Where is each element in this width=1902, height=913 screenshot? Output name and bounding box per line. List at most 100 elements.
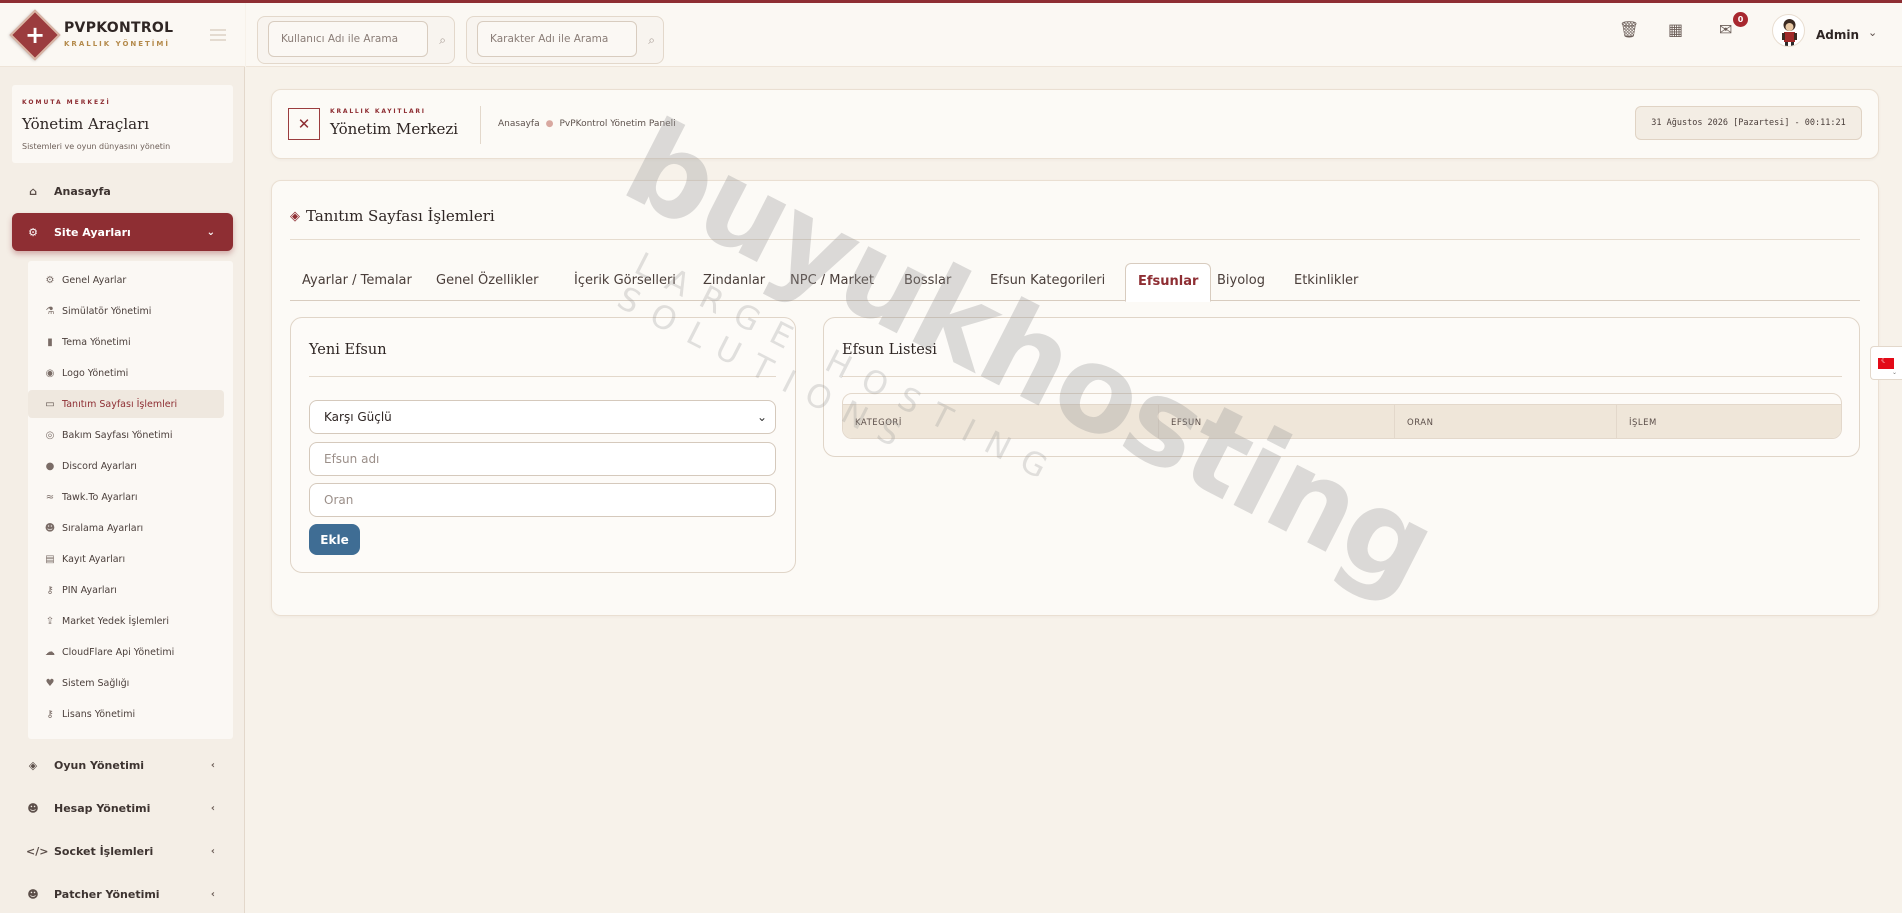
- sidebar-item-cloudflare[interactable]: ☁ CloudFlare Api Yönetimi: [28, 638, 224, 666]
- character-search-input[interactable]: [477, 21, 637, 57]
- key-icon: ⚷: [46, 708, 54, 720]
- divider: [290, 239, 1860, 240]
- sidebar-item-general-settings[interactable]: ⚙ Genel Ayarlar: [28, 266, 224, 294]
- username[interactable]: Admin: [1816, 28, 1859, 42]
- chevron-down-icon: ⌄: [206, 226, 215, 238]
- bonus-table: KATEGORİ EFSUN ORAN İŞLEM: [842, 393, 1842, 439]
- divider: [309, 376, 776, 377]
- brand[interactable]: + PVPKONTROL KRALLIK YÖNETİMİ: [0, 3, 245, 67]
- tab-npc-market[interactable]: NPC / Market: [778, 263, 886, 301]
- main-card: ◈ Tanıtım Sayfası İşlemleri Ayarlar / Te…: [271, 180, 1879, 616]
- tab-settings-themes[interactable]: Ayarlar / Temalar: [290, 263, 424, 301]
- tab-general-features[interactable]: Genel Özellikler: [424, 263, 550, 301]
- chevron-left-icon: ‹: [210, 759, 215, 771]
- key-icon: ⚷: [46, 584, 54, 596]
- sidebar-item-label: Patcher Yönetimi: [54, 887, 160, 901]
- divider: [842, 376, 1842, 377]
- sidebar-item-theme[interactable]: ▮ Tema Yönetimi: [28, 328, 224, 356]
- panel-title: Efsun Listesi: [842, 342, 937, 358]
- sidebar-item-label: Lisans Yönetimi: [62, 708, 136, 720]
- trash-icon[interactable]: 🗑: [1619, 20, 1639, 39]
- tab-events[interactable]: Etkinlikler: [1282, 263, 1370, 301]
- sidebar-item-intro-page[interactable]: ▭ Tanıtım Sayfası İşlemleri: [28, 390, 224, 418]
- column-header-bonus[interactable]: EFSUN: [1159, 405, 1395, 438]
- sidebar-item-label: Simülatör Yönetimi: [62, 305, 152, 317]
- close-icon[interactable]: ✕: [288, 108, 320, 140]
- menu-toggle-icon[interactable]: [210, 29, 226, 41]
- new-bonus-panel: Yeni Efsun Karşı Güçlü ⌄ Ekle: [290, 317, 796, 573]
- tab-bonus-categories[interactable]: Efsun Kategorileri: [978, 263, 1117, 301]
- gears-icon: ⚙: [45, 274, 55, 286]
- sidebar-item-label: Tema Yönetimi: [62, 336, 131, 348]
- sidebar-item-license[interactable]: ⚷ Lisans Yönetimi: [28, 700, 224, 728]
- chevron-down-icon[interactable]: ⌄: [1868, 26, 1877, 39]
- sidebar-item-label: Sıralama Ayarları: [62, 522, 144, 534]
- tab-content-images[interactable]: İçerik Görselleri: [562, 263, 688, 301]
- sidebar-item-discord[interactable]: ● Discord Ayarları: [28, 452, 224, 480]
- sidebar-item-label: Tawk.To Ayarları: [62, 491, 138, 503]
- id-card-icon: ▤: [45, 553, 55, 565]
- bonus-name-input[interactable]: [309, 442, 776, 476]
- sidebar-item-pin[interactable]: ⚷ PIN Ayarları: [28, 576, 224, 604]
- breadcrumb: Anasayfa ● PvPKontrol Yönetim Paneli: [498, 119, 676, 129]
- search-icon[interactable]: ⌕: [648, 33, 655, 48]
- sidebar-item-label: PIN Ayarları: [62, 584, 117, 596]
- chevron-left-icon: ‹: [210, 888, 215, 900]
- sidebar-item-logo[interactable]: ◉ Logo Yönetimi: [28, 359, 224, 387]
- sidebar-item-patcher[interactable]: ☻ Patcher Yönetimi ‹: [12, 875, 233, 913]
- chevron-left-icon: ‹: [210, 845, 215, 857]
- page-title: Yönetim Merkezi: [330, 120, 459, 138]
- cloud-icon: ☁: [45, 646, 55, 658]
- avatar[interactable]: [1772, 14, 1805, 47]
- breadcrumb-card: ✕ KRALLIK KAYITLARI Yönetim Merkezi Anas…: [271, 89, 1879, 159]
- chevron-down-icon: ⌄: [1892, 369, 1898, 376]
- breadcrumb-current: PvPKontrol Yönetim Paneli: [559, 119, 676, 129]
- sidebar-item-system-health[interactable]: ♥ Sistem Sağlığı: [28, 669, 224, 697]
- sidebar-item-game-management[interactable]: ◈ Oyun Yönetimi ‹: [12, 746, 233, 784]
- bonus-rate-input[interactable]: [309, 483, 776, 517]
- tab-biologist[interactable]: Biyolog: [1205, 263, 1277, 301]
- sidebar-item-registration[interactable]: ▤ Kayıt Ayarları: [28, 545, 224, 573]
- users-icon: ☻: [44, 522, 56, 534]
- language-selector[interactable]: ⌄: [1870, 346, 1902, 380]
- notification-badge: 0: [1733, 12, 1748, 27]
- sidebar-item-maintenance[interactable]: ◎ Bakım Sayfası Yönetimi: [28, 421, 224, 449]
- breadcrumb-home-link[interactable]: Anasayfa: [498, 119, 540, 129]
- sidebar-item-tawkto[interactable]: ≈ Tawk.To Ayarları: [28, 483, 224, 511]
- sidebar-item-site-settings[interactable]: ⚙ Site Ayarları ⌄: [12, 213, 233, 251]
- sidebar-item-ranking[interactable]: ☻ Sıralama Ayarları: [28, 514, 224, 542]
- upload-icon: ⇪: [45, 615, 55, 627]
- command-kicker: KOMUTA MERKEZİ: [22, 99, 111, 106]
- sidebar-item-socket[interactable]: </> Socket İşlemleri ‹: [12, 832, 233, 870]
- eye-icon: ◉: [45, 367, 55, 379]
- character-search: ⌕: [466, 16, 664, 64]
- sidebar-item-label: Genel Ayarlar: [62, 274, 127, 286]
- calendar-icon[interactable]: ▦: [1668, 20, 1683, 39]
- tab-bonuses[interactable]: Efsunlar: [1125, 263, 1212, 302]
- sidebar-item-label: Market Yedek İşlemleri: [62, 615, 169, 627]
- heartbeat-icon: ♥: [45, 677, 55, 689]
- category-select[interactable]: Karşı Güçlü ⌄: [309, 400, 776, 434]
- user-search-input[interactable]: [268, 21, 428, 57]
- eye-slash-icon: ◎: [45, 429, 55, 441]
- mail-icon[interactable]: ✉: [1719, 20, 1732, 39]
- sidebar-item-account-management[interactable]: ☻ Hesap Yönetimi ‹: [12, 789, 233, 827]
- sidebar-item-label: Hesap Yönetimi: [54, 801, 151, 815]
- column-header-rate[interactable]: ORAN: [1395, 405, 1617, 438]
- section-title-text: Tanıtım Sayfası İşlemleri: [306, 207, 495, 225]
- column-header-action[interactable]: İŞLEM: [1617, 405, 1841, 438]
- add-bonus-button[interactable]: Ekle: [309, 524, 360, 555]
- search-icon[interactable]: ⌕: [439, 33, 446, 48]
- sidebar-item-simulator[interactable]: ⚗ Simülatör Yönetimi: [28, 297, 224, 325]
- sidebar-item-market-backup[interactable]: ⇪ Market Yedek İşlemleri: [28, 607, 224, 635]
- tab-bosses[interactable]: Bosslar: [892, 263, 963, 301]
- user-search: ⌕: [257, 16, 455, 64]
- gear-icon: ⚙: [28, 225, 38, 239]
- sidebar-item-home[interactable]: ⌂ Anasayfa: [12, 172, 233, 210]
- sidebar-item-label: CloudFlare Api Yönetimi: [62, 646, 175, 658]
- tab-dungeons[interactable]: Zindanlar: [691, 263, 777, 301]
- column-header-category[interactable]: KATEGORİ: [843, 405, 1159, 438]
- brand-logo: +: [9, 9, 61, 61]
- microphone-icon: ●: [45, 460, 55, 472]
- panel-title: Yeni Efsun: [309, 342, 387, 358]
